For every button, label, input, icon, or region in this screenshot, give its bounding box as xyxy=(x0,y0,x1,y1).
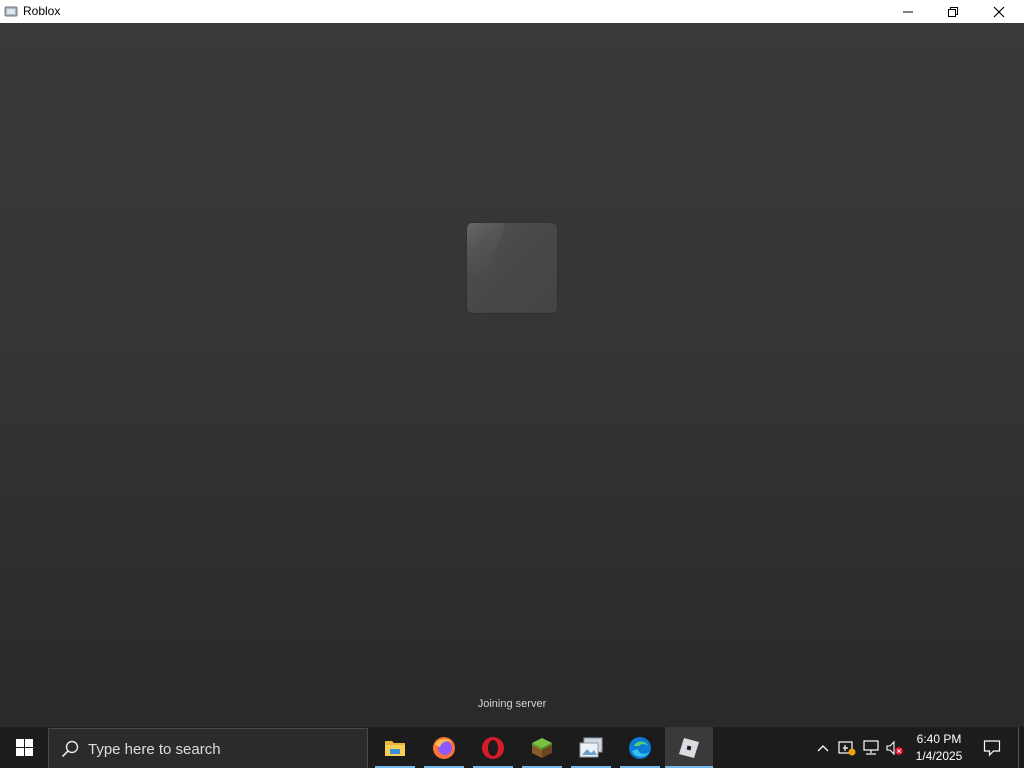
taskbar-clock[interactable]: 6:40 PM 1/4/2025 xyxy=(910,731,968,765)
taskbar-app-firefox[interactable] xyxy=(424,727,464,768)
roblox-icon xyxy=(679,737,699,758)
action-center-button[interactable] xyxy=(976,727,1008,768)
clock-date: 1/4/2025 xyxy=(915,749,963,763)
minimize-icon xyxy=(903,11,913,12)
search-icon xyxy=(61,740,79,758)
taskbar-app-file-explorer[interactable] xyxy=(375,727,415,768)
opera-icon xyxy=(482,736,504,759)
minimize-button[interactable] xyxy=(885,0,931,23)
game-viewport[interactable]: Joining server xyxy=(0,23,1024,727)
loading-status-text: Joining server xyxy=(477,698,547,710)
search-placeholder: Type here to search xyxy=(88,741,221,758)
restore-button[interactable] xyxy=(930,0,976,23)
gallery-icon xyxy=(579,737,603,757)
volume-muted-icon xyxy=(886,740,903,755)
window-title: Roblox xyxy=(23,4,61,18)
taskbar-app-opera[interactable] xyxy=(473,727,513,768)
taskbar-search-box[interactable]: Type here to search xyxy=(48,728,368,768)
minecraft-grass-block-icon xyxy=(532,737,552,758)
taskbar: Type here to search 6:40 PM 1/4/2025 xyxy=(0,727,1024,768)
roblox-app-icon xyxy=(4,5,18,18)
chevron-up-icon xyxy=(817,744,829,751)
windows-logo-icon xyxy=(15,739,33,756)
roblox-loading-tile xyxy=(467,223,557,313)
volume-tray-button[interactable] xyxy=(884,727,906,768)
network-icon xyxy=(863,739,879,755)
show-desktop-button[interactable] xyxy=(1018,727,1024,768)
network-tray-button[interactable] xyxy=(860,727,882,768)
security-warning-icon xyxy=(838,740,856,755)
loading-tile-highlight xyxy=(467,223,507,279)
security-tray-button[interactable] xyxy=(836,727,858,768)
clock-time: 6:40 PM xyxy=(916,732,962,746)
firefox-icon xyxy=(433,736,455,759)
close-button[interactable] xyxy=(976,0,1022,23)
start-button[interactable] xyxy=(0,727,48,768)
taskbar-app-edge[interactable] xyxy=(620,727,660,768)
notification-icon xyxy=(983,739,1001,756)
taskbar-app-roblox[interactable] xyxy=(665,727,713,768)
folder-icon xyxy=(385,740,405,756)
taskbar-app-minecraft[interactable] xyxy=(522,727,562,768)
window-title-bar[interactable]: Roblox xyxy=(0,0,1024,23)
taskbar-app-photos[interactable] xyxy=(571,727,611,768)
restore-icon xyxy=(948,6,958,17)
close-icon xyxy=(993,6,1005,17)
show-hidden-icons-button[interactable] xyxy=(812,727,834,768)
edge-icon xyxy=(629,736,651,759)
